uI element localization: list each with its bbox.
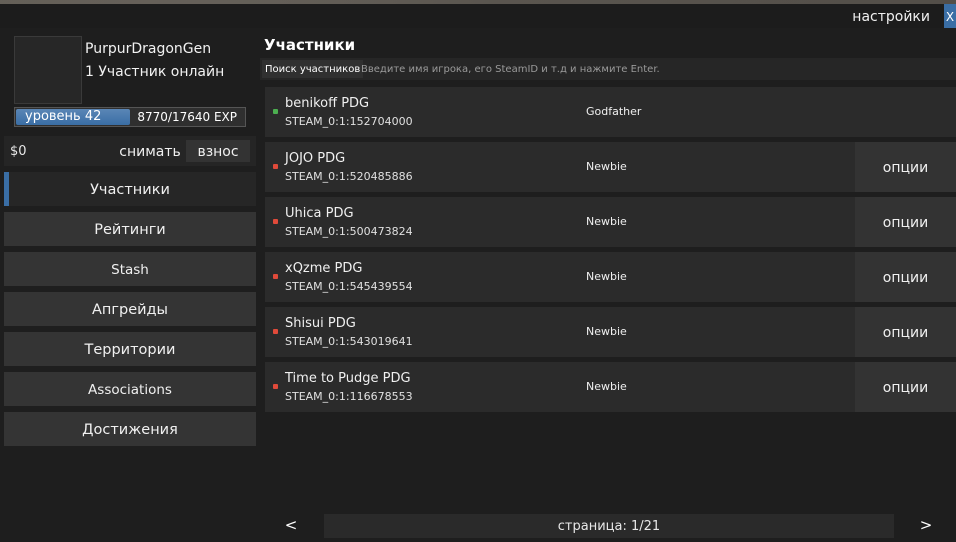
close-button[interactable]: X: [944, 4, 956, 28]
sidebar-item-members[interactable]: Участники: [4, 172, 256, 206]
sidebar-nav: Участники Рейтинги Stash Апгрейды Террит…: [4, 172, 256, 452]
search-input[interactable]: [361, 60, 951, 78]
sidebar-item-upgrades[interactable]: Апгрейды: [4, 292, 256, 326]
sidebar-item-stash[interactable]: Stash: [4, 252, 256, 286]
gang-menu-window: PurpurDragonGen 1 Участник онлайн уровен…: [0, 28, 956, 542]
member-steam-id: STEAM_0:1:152704000: [285, 115, 413, 128]
member-name: Shisui PDG: [285, 316, 356, 331]
page-indicator: страница: 1/21: [324, 514, 894, 538]
member-search-bar: Поиск участников: [260, 58, 956, 80]
bank-row: $0 снимать взнос: [4, 136, 256, 166]
level-progress-bar: уровень 42 8770/17640 EXP: [14, 107, 246, 127]
member-rank: Newbie: [586, 380, 627, 393]
member-row[interactable]: Shisui PDG STEAM_0:1:543019641 Newbie оп…: [265, 307, 956, 357]
exp-text: 8770/17640 EXP: [137, 110, 237, 124]
member-name: xQzme PDG: [285, 261, 363, 276]
page-title: Участники: [264, 36, 356, 54]
member-rank: Newbie: [586, 325, 627, 338]
member-rank: Newbie: [586, 215, 627, 228]
online-count: 1 Участник онлайн: [85, 64, 225, 80]
member-options-button[interactable]: опции: [855, 197, 956, 247]
member-row[interactable]: xQzme PDG STEAM_0:1:545439554 Newbie опц…: [265, 252, 956, 302]
member-steam-id: STEAM_0:1:116678553: [285, 390, 413, 403]
member-options-button[interactable]: опции: [855, 362, 956, 412]
member-row[interactable]: Time to Pudge PDG STEAM_0:1:116678553 Ne…: [265, 362, 956, 412]
search-label: Поиск участников: [262, 60, 364, 78]
avatar: [14, 36, 82, 104]
offline-status-icon: [273, 329, 278, 334]
online-status-icon: [273, 109, 278, 114]
offline-status-icon: [273, 164, 278, 169]
member-options-button[interactable]: опции: [855, 252, 956, 302]
member-steam-id: STEAM_0:1:545439554: [285, 280, 413, 293]
deposit-button[interactable]: взнос: [186, 140, 250, 162]
prev-page-button[interactable]: <: [260, 514, 322, 538]
sidebar-item-associations[interactable]: Associations: [4, 372, 256, 406]
member-row[interactable]: benikoff PDG STEAM_0:1:152704000 Godfath…: [265, 87, 956, 137]
member-name: Uhica PDG: [285, 206, 354, 221]
sidebar-item-territories[interactable]: Территории: [4, 332, 256, 366]
offline-status-icon: [273, 274, 278, 279]
member-steam-id: STEAM_0:1:500473824: [285, 225, 413, 238]
member-name: benikoff PDG: [285, 96, 370, 111]
member-row[interactable]: Uhica PDG STEAM_0:1:500473824 Newbie опц…: [265, 197, 956, 247]
member-rank: Newbie: [586, 160, 627, 173]
offline-status-icon: [273, 384, 278, 389]
level-label: уровень 42: [25, 109, 102, 124]
member-options-button[interactable]: опции: [855, 142, 956, 192]
pagination: < страница: 1/21 >: [260, 514, 956, 538]
left-panel: PurpurDragonGen 1 Участник онлайн уровен…: [4, 28, 256, 542]
member-rank: Newbie: [586, 270, 627, 283]
member-name: JOJO PDG: [285, 151, 346, 166]
money-amount: $0: [10, 144, 27, 159]
main-panel: Участники Поиск участников benikoff PDG …: [260, 28, 956, 542]
member-name: Time to Pudge PDG: [285, 371, 411, 386]
settings-button[interactable]: настройки: [846, 4, 936, 28]
top-bar: настройки X: [0, 4, 956, 28]
withdraw-button[interactable]: снимать: [116, 140, 184, 162]
member-row[interactable]: JOJO PDG STEAM_0:1:520485886 Newbie опци…: [265, 142, 956, 192]
member-options-button[interactable]: опции: [855, 307, 956, 357]
offline-status-icon: [273, 219, 278, 224]
member-rank: Godfather: [586, 105, 642, 118]
member-steam-id: STEAM_0:1:543019641: [285, 335, 413, 348]
member-list: benikoff PDG STEAM_0:1:152704000 Godfath…: [265, 87, 956, 417]
member-steam-id: STEAM_0:1:520485886: [285, 170, 413, 183]
next-page-button[interactable]: >: [896, 514, 956, 538]
page-label: страница: 1/21: [557, 519, 661, 534]
username: PurpurDragonGen: [85, 41, 212, 57]
sidebar-item-achievements[interactable]: Достижения: [4, 412, 256, 446]
sidebar-item-ratings[interactable]: Рейтинги: [4, 212, 256, 246]
